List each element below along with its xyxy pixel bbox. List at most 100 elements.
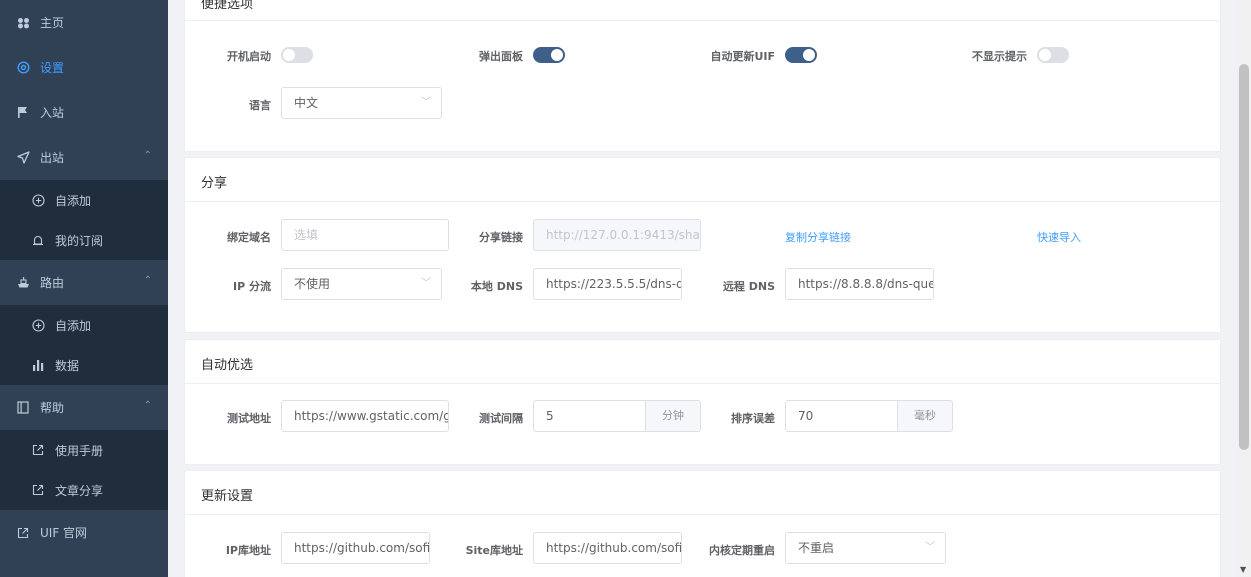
- sidebar-item-label: 主页: [40, 16, 65, 30]
- update-settings-card: 更新设置 IP库地址 https://github.com/sofi Site库…: [184, 470, 1221, 577]
- ip-split-label: IP 分流: [233, 280, 271, 293]
- site-db-label: Site库地址: [465, 544, 523, 557]
- sidebar-item-label: 帮助: [40, 401, 65, 415]
- remote-dns-input[interactable]: https://8.8.8.8/dns-que: [785, 268, 934, 300]
- sidebar-item-label: 文章分享: [55, 483, 104, 498]
- local-dns-label: 本地 DNS: [470, 280, 523, 293]
- sidebar-item-manual[interactable]: 使用手册: [0, 430, 168, 470]
- sidebar-item-settings[interactable]: 设置: [0, 45, 168, 90]
- sidebar-item-label: 数据: [55, 358, 80, 373]
- restart-value: 不重启: [798, 541, 835, 555]
- quick-options-card: 便捷选项 开机启动 弹出面板 自动更新UIF 不显示提示 语言 中文 ﹀: [184, 0, 1221, 152]
- ip-split-value: 不使用: [294, 277, 331, 291]
- scrollbar-thumb[interactable]: [1239, 64, 1249, 450]
- ship-icon: [16, 276, 30, 290]
- sidebar-item-outbound-add[interactable]: 自添加: [0, 180, 168, 220]
- dashboard-icon: [16, 16, 30, 30]
- chevron-up-icon: ⌃: [143, 400, 152, 411]
- site-db-input[interactable]: https://github.com/sofi: [533, 532, 682, 564]
- auto-select-card: 自动优选 测试地址 https://www.gstatic.com/g 测试间隔…: [184, 339, 1221, 465]
- external-link-icon: [31, 483, 45, 497]
- sidebar-item-routing-add[interactable]: 自添加: [0, 305, 168, 345]
- nohint-label: 不显示提示: [972, 50, 1027, 63]
- sidebar: 主页 设置 入站 出站 ⌃ 自添加 我的订阅 路由 ⌃ 自添加 数据 帮助 ⌃ …: [0, 0, 168, 577]
- sidebar-item-article[interactable]: 文章分享: [0, 470, 168, 510]
- sort-error-label: 排序误差: [731, 412, 775, 425]
- share-link-input[interactable]: http://127.0.0.1:9413/share: [533, 219, 701, 251]
- sidebar-item-label: 自添加: [55, 318, 92, 333]
- scroll-down-arrow-icon[interactable]: ▼: [1240, 565, 1246, 574]
- ip-db-label: IP库地址: [225, 544, 271, 557]
- test-url-label: 测试地址: [227, 412, 271, 425]
- share-link-label: 分享链接: [479, 231, 523, 244]
- sidebar-item-outbound[interactable]: 出站 ⌃: [0, 135, 168, 180]
- sidebar-item-label: 自添加: [55, 193, 92, 208]
- language-select[interactable]: 中文 ﹀: [281, 87, 442, 119]
- chevron-up-icon: ⌃: [143, 275, 152, 286]
- send-icon: [16, 151, 30, 165]
- gear-icon: [16, 61, 30, 75]
- card-title: 自动优选: [201, 358, 254, 373]
- nohint-switch[interactable]: [1037, 47, 1069, 63]
- sidebar-item-label: UIF 官网: [40, 526, 88, 540]
- card-header: 便捷选项: [185, 0, 1220, 21]
- main-content: 便捷选项 开机启动 弹出面板 自动更新UIF 不显示提示 语言 中文 ﹀ 分享 …: [168, 0, 1237, 577]
- sidebar-item-subscription[interactable]: 我的订阅: [0, 220, 168, 260]
- chevron-down-icon: ﹀: [421, 278, 431, 289]
- restart-label: 内核定期重启: [709, 544, 775, 557]
- external-link-icon: [16, 526, 30, 540]
- quick-import-link[interactable]: 快速导入: [1037, 229, 1081, 245]
- sidebar-item-home[interactable]: 主页: [0, 0, 168, 45]
- sort-error-input[interactable]: 70: [785, 400, 898, 432]
- sidebar-item-inbound[interactable]: 入站: [0, 90, 168, 135]
- remote-dns-label: 远程 DNS: [722, 280, 775, 293]
- sidebar-item-label: 设置: [40, 61, 65, 75]
- interval-unit: 分钟: [646, 400, 701, 432]
- card-header: 更新设置: [185, 471, 1220, 515]
- card-title: 更新设置: [201, 489, 254, 504]
- sidebar-item-routing-data[interactable]: 数据: [0, 345, 168, 385]
- flag-icon: [16, 106, 30, 120]
- sidebar-item-website[interactable]: UIF 官网: [0, 510, 168, 555]
- language-label: 语言: [249, 99, 271, 112]
- test-url-input[interactable]: https://www.gstatic.com/g: [281, 400, 449, 432]
- sidebar-item-label: 路由: [40, 276, 65, 290]
- popup-switch[interactable]: [533, 47, 565, 63]
- plus-circle-icon: [31, 318, 45, 332]
- local-dns-input[interactable]: https://223.5.5.5/dns-q: [533, 268, 682, 300]
- sidebar-item-label: 使用手册: [55, 443, 104, 458]
- ip-split-select[interactable]: 不使用 ﹀: [281, 268, 442, 300]
- domain-input[interactable]: 选填: [281, 219, 449, 251]
- sidebar-item-label: 入站: [40, 106, 65, 120]
- test-interval-label: 测试间隔: [479, 412, 523, 425]
- ip-db-input[interactable]: https://github.com/sofi: [281, 532, 430, 564]
- book-icon: [16, 401, 30, 415]
- card-title: 分享: [201, 176, 228, 191]
- vertical-scrollbar[interactable]: ▼: [1237, 0, 1251, 577]
- error-unit: 毫秒: [898, 400, 953, 432]
- bell-icon: [31, 233, 45, 247]
- chevron-up-icon: ⌃: [143, 150, 152, 161]
- autoupdate-switch[interactable]: [785, 47, 817, 63]
- autostart-switch[interactable]: [281, 47, 313, 63]
- sidebar-item-help[interactable]: 帮助 ⌃: [0, 385, 168, 430]
- share-card: 分享 绑定域名 选填 分享链接 http://127.0.0.1:9413/sh…: [184, 157, 1221, 333]
- sidebar-item-label: 出站: [40, 151, 65, 165]
- domain-label: 绑定域名: [227, 231, 271, 244]
- test-interval-input[interactable]: 5: [533, 400, 646, 432]
- restart-select[interactable]: 不重启 ﹀: [785, 532, 946, 564]
- autoupdate-label: 自动更新UIF: [710, 50, 775, 63]
- sidebar-item-routing[interactable]: 路由 ⌃: [0, 260, 168, 305]
- plus-circle-icon: [31, 193, 45, 207]
- card-title: 便捷选项: [201, 0, 254, 12]
- external-link-icon: [31, 443, 45, 457]
- autostart-label: 开机启动: [227, 50, 271, 63]
- language-value: 中文: [294, 96, 319, 110]
- copy-share-link[interactable]: 复制分享链接: [785, 229, 851, 245]
- card-header: 分享: [185, 158, 1220, 202]
- popup-label: 弹出面板: [479, 50, 523, 63]
- chevron-down-icon: ﹀: [925, 542, 935, 553]
- card-header: 自动优选: [185, 340, 1220, 384]
- sidebar-item-label: 我的订阅: [55, 233, 104, 248]
- bar-chart-icon: [31, 358, 45, 372]
